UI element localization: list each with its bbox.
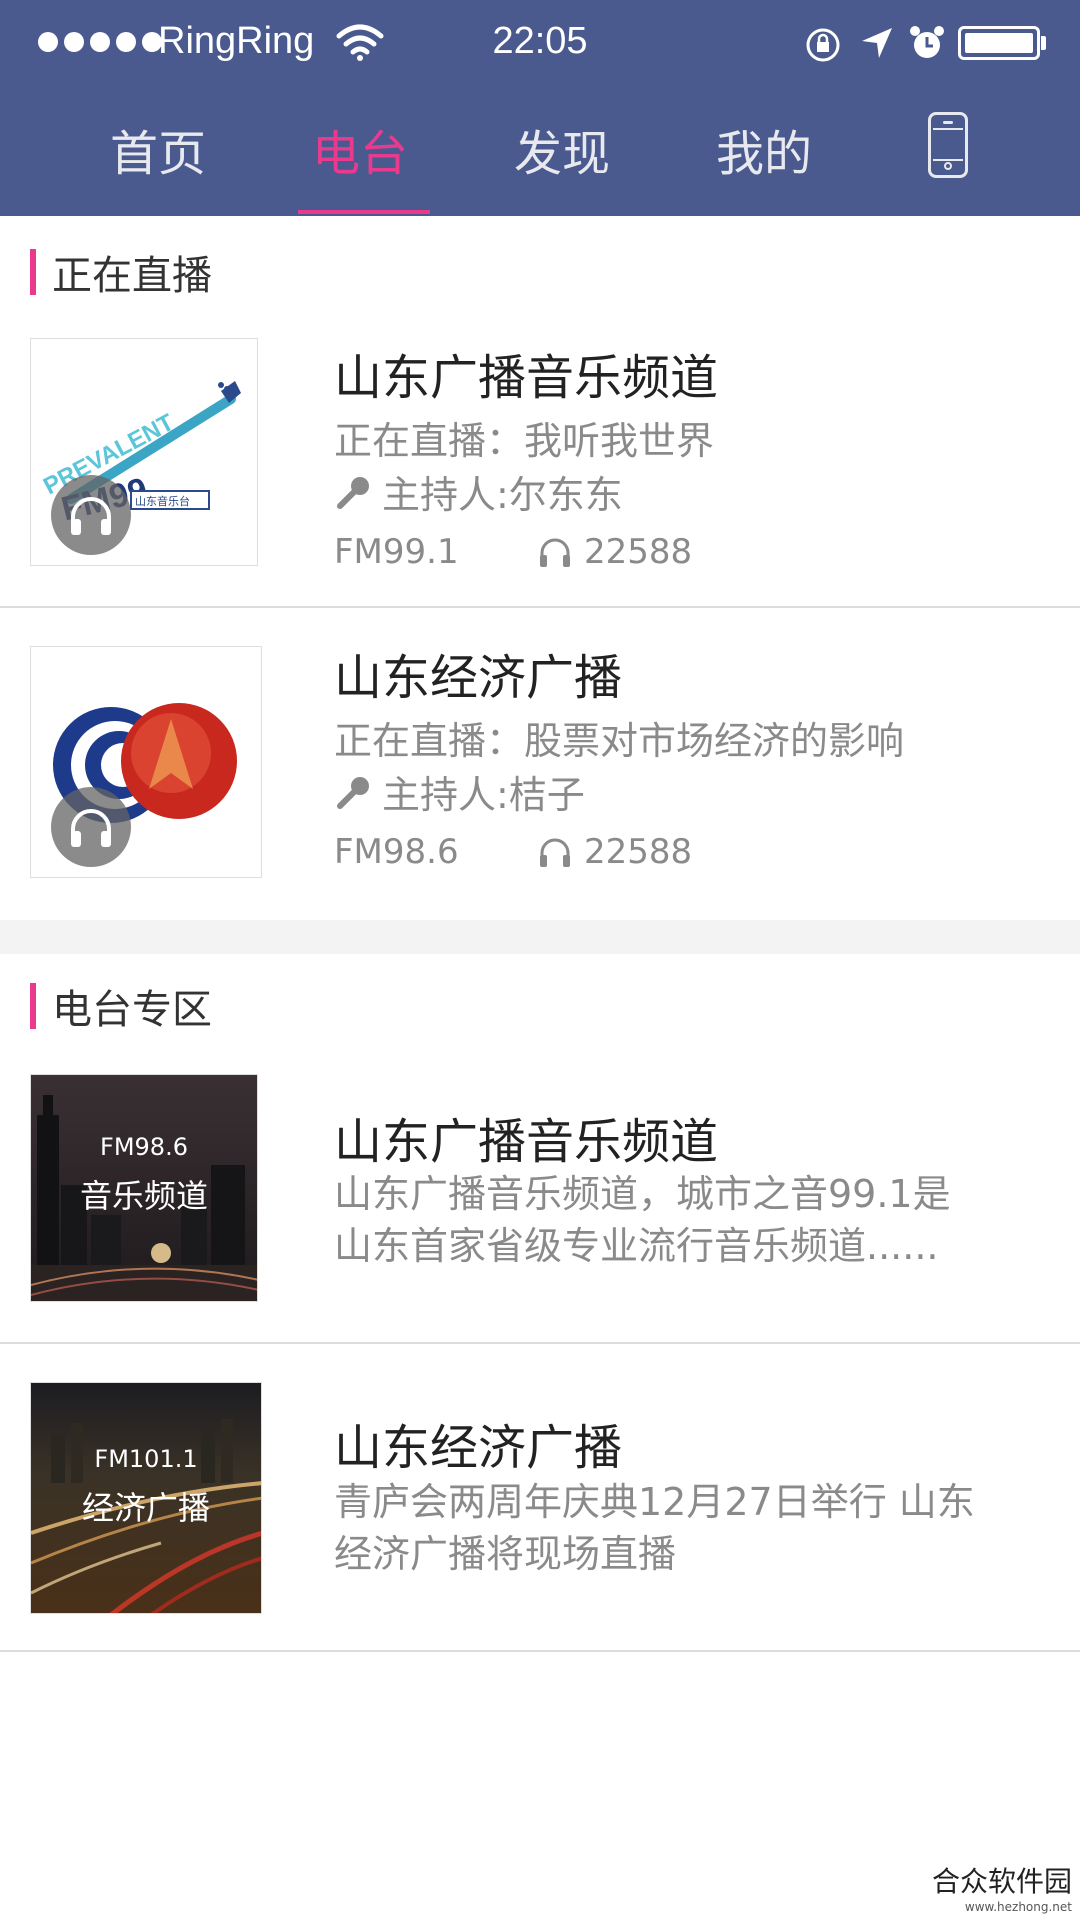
- description-line: 青庐会两周年庆典12月27日举行 山东: [334, 1480, 975, 1524]
- tab-discover[interactable]: 发现: [482, 114, 642, 184]
- status-bar: RingRing 22:05: [0, 0, 1080, 88]
- channel-description: 青庐会两周年庆典12月27日举行 山东 经济广播将现场直播: [334, 1476, 1034, 1580]
- description-line: 山东首家省级专业流行音乐频道......: [334, 1224, 939, 1268]
- live-item-music[interactable]: PREVALENT FM99 山东音乐台 山东广播音乐频道 正在直播：我听我世界…: [0, 310, 1080, 608]
- live-item-economy[interactable]: 山东经济广播 正在直播：股票对市场经济的影响 主持人:桔子 FM98.6 225…: [0, 610, 1080, 920]
- watermark-name: 合众软件园: [931, 1865, 1072, 1898]
- live-section-heading: 正在直播: [30, 248, 212, 299]
- microphone-icon: [337, 776, 369, 809]
- host-name: 主持人:桔子: [382, 773, 585, 817]
- listener-count-value: 22588: [584, 532, 693, 572]
- cover-frequency: FM101.1: [94, 1445, 198, 1473]
- cover-frequency: FM98.6: [100, 1133, 188, 1161]
- headphones-icon: [540, 838, 570, 867]
- now-playing-text: 正在直播：股票对市场经济的影响: [334, 719, 905, 763]
- host-line: 主持人:桔子: [334, 764, 585, 819]
- location-icon: [862, 28, 892, 58]
- battery-icon: [958, 26, 1040, 60]
- zone-item-economy[interactable]: FM101.1 经济广播 山东经济广播 青庐会两周年庆典12月27日举行 山东 …: [0, 1346, 1080, 1652]
- live-heading-text: 正在直播: [52, 253, 212, 299]
- main-tabs: 首页 电台 发现 我的: [0, 88, 1080, 216]
- rotation-lock-icon: [806, 28, 840, 62]
- host-line: 主持人:尔东东: [334, 464, 623, 519]
- heading-accent-bar: [30, 983, 36, 1029]
- active-tab-indicator: [298, 210, 430, 214]
- zone-heading-text: 电台专区: [52, 987, 212, 1033]
- listener-count: 22588: [538, 532, 692, 572]
- cover-channel-name: 经济广播: [81, 1489, 210, 1527]
- station-title: 山东广播音乐频道: [334, 350, 719, 406]
- channel-cover: FM98.6 音乐频道: [30, 1074, 258, 1302]
- host-name: 主持人:尔东东: [382, 473, 623, 517]
- heading-accent-bar: [30, 249, 36, 295]
- description-line: 山东广播音乐频道，城市之音99.1是: [334, 1172, 951, 1216]
- phone-icon[interactable]: [928, 112, 968, 178]
- channel-title: 山东广播音乐频道: [334, 1114, 719, 1170]
- tab-home[interactable]: 首页: [78, 114, 238, 184]
- cover-channel-name: 音乐频道: [79, 1177, 208, 1215]
- microphone-icon: [337, 476, 369, 509]
- headphones-icon: [540, 538, 570, 567]
- channel-description: 山东广播音乐频道，城市之音99.1是 山东首家省级专业流行音乐频道......: [334, 1168, 1034, 1272]
- alarm-icon: [910, 26, 944, 58]
- zone-item-music[interactable]: FM98.6 音乐频道 山东广播音乐频道 山东广播音乐频道，城市之音99.1是 …: [0, 1044, 1080, 1344]
- section-divider: [0, 920, 1080, 954]
- tab-radio[interactable]: 电台: [280, 114, 440, 184]
- headphones-icon: [71, 497, 111, 535]
- top-header: RingRing 22:05 首页 电台 发现 我的: [0, 0, 1080, 216]
- watermark-url: www.hezhong.net: [964, 1900, 1072, 1914]
- zone-section-heading: 电台专区: [30, 982, 212, 1033]
- listener-count-value: 22588: [584, 832, 693, 872]
- now-playing-text: 正在直播：我听我世界: [334, 419, 715, 463]
- station-logo: [30, 646, 262, 878]
- site-watermark: 合众软件园 www.hezhong.net: [932, 1860, 1072, 1914]
- station-logo: PREVALENT FM99 山东音乐台: [30, 338, 258, 566]
- description-line: 经济广播将现场直播: [334, 1532, 677, 1576]
- battery-tip: [1041, 36, 1046, 50]
- channel-cover: FM101.1 经济广播: [30, 1382, 262, 1614]
- frequency-label: FM98.6: [334, 832, 459, 872]
- channel-title: 山东经济广播: [334, 1420, 623, 1476]
- listener-count: 22588: [538, 832, 692, 872]
- station-title: 山东经济广播: [334, 650, 623, 706]
- headphone-play-button[interactable]: [51, 475, 131, 555]
- headphones-icon: [71, 809, 111, 847]
- frequency-label: FM99.1: [334, 532, 459, 572]
- tab-mine[interactable]: 我的: [684, 114, 844, 184]
- logo-sub-text: 山东音乐台: [135, 494, 190, 508]
- headphone-play-button[interactable]: [51, 787, 131, 867]
